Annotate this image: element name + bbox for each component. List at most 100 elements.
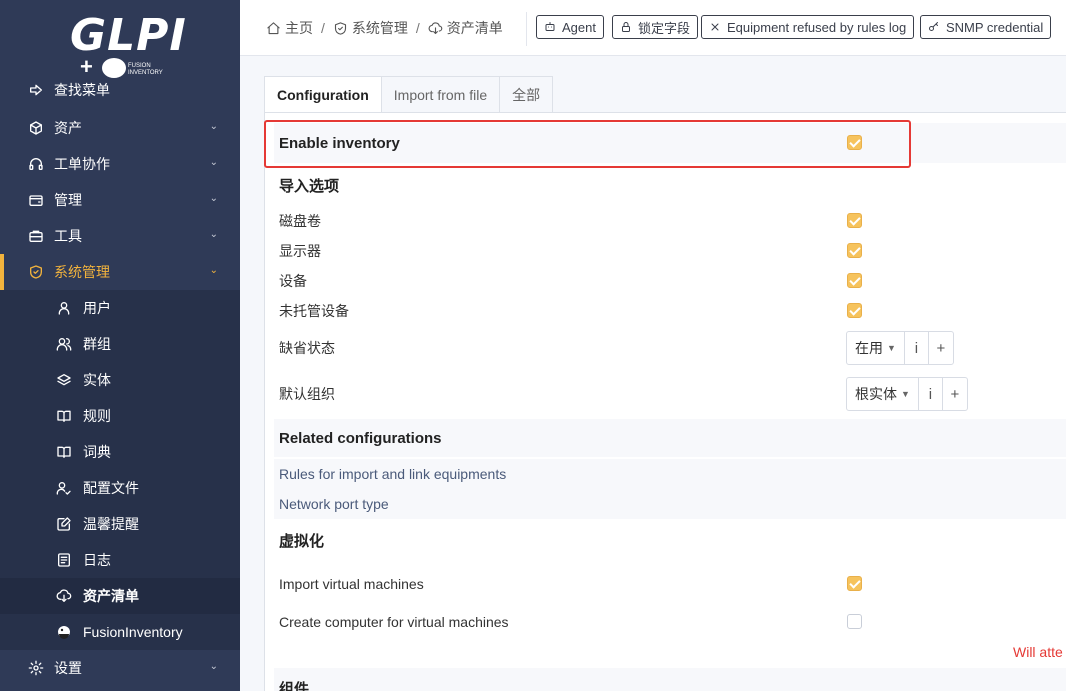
configuration-panel: Enable inventory 导入选项 磁盘卷 显示器 设备 未托管设备 缺… [264, 112, 1066, 691]
news-icon [56, 552, 72, 568]
sidebar-subitem-groups[interactable]: 群组 [0, 326, 240, 362]
refused-equipment-log-button[interactable]: Equipment refused by rules log [701, 15, 915, 39]
warning-text: Will atte [1013, 644, 1063, 660]
user-icon [56, 300, 72, 316]
virtualization-header: 虚拟化 [274, 521, 1066, 559]
default-status-select-group: 在用 ▼ i + [846, 331, 954, 365]
header-divider [526, 12, 527, 46]
related-link-row: Network port type [274, 489, 1066, 519]
sidebar-subitem-label: 配置文件 [83, 480, 139, 496]
sidebar-item-assets[interactable]: 资产 ⌄ [0, 110, 240, 146]
sidebar-subitem-reminders[interactable]: 温馨提醒 [0, 506, 240, 542]
default-entity-select[interactable]: 根实体 ▼ [847, 378, 919, 410]
sidebar: GLPI + FUSION INVENTORY 查找菜单 资产 ⌄ 工单协作 ⌄ … [0, 0, 240, 691]
home-icon [267, 21, 280, 34]
chevron-down-icon: ⌄ [209, 193, 218, 204]
sidebar-subitem-inventory[interactable]: 资产清单 [0, 578, 240, 614]
components-header: 组件 [274, 668, 1066, 691]
sidebar-item-management[interactable]: 管理 ⌄ [0, 182, 240, 218]
sidebar-item-label: 工具 [54, 228, 82, 244]
sidebar-subitem-profiles[interactable]: 配置文件 [0, 470, 240, 506]
fusion-logo-icon [56, 624, 72, 640]
sidebar-item-setup[interactable]: 设置 ⌄ [0, 650, 240, 686]
default-status-select[interactable]: 在用 ▼ [847, 332, 905, 364]
breadcrumb-home[interactable]: 主页 [266, 18, 313, 38]
default-entity-select-group: 根实体 ▼ i + [846, 377, 968, 411]
default-status-row: 缺省状态 在用 ▼ i + [274, 328, 1066, 368]
main-content: Configuration Import from file 全部 Enable… [264, 76, 1066, 691]
add-button[interactable]: + [943, 378, 967, 410]
lock-icon [622, 22, 630, 32]
tab-configuration[interactable]: Configuration [264, 76, 382, 113]
snmp-credential-button[interactable]: SNMP credential [920, 15, 1052, 39]
sidebar-item-label: 工单协作 [54, 156, 110, 172]
glpi-logo[interactable]: GLPI + FUSION INVENTORY [0, 0, 240, 80]
sidebar-subitem-label: 日志 [83, 552, 111, 568]
breadcrumb-administration[interactable]: 系统管理 [333, 18, 408, 38]
tab-import-from-file[interactable]: Import from file [380, 76, 501, 113]
breadcrumb: 主页 / 系统管理 / 资产清单 [266, 18, 503, 38]
sidebar-item-find-menu[interactable]: 查找菜单 [0, 72, 240, 108]
volumes-checkbox[interactable] [847, 213, 862, 228]
default-status-label: 缺省状态 [279, 340, 335, 356]
sidebar-subitem-users[interactable]: 用户 [0, 290, 240, 326]
tab-bar: Configuration Import from file 全部 [264, 76, 554, 113]
monitors-label: 显示器 [279, 243, 321, 259]
breadcrumb-separator: / [321, 20, 325, 36]
caret-down-icon: ▼ [901, 389, 910, 399]
sidebar-subitem-fusioninventory[interactable]: FusionInventory [0, 614, 240, 650]
breadcrumb-inventory[interactable]: 资产清单 [428, 18, 503, 38]
chevron-down-icon: ⌄ [209, 157, 218, 168]
sidebar-item-label: 系统管理 [54, 264, 110, 280]
sidebar-subitem-label: FusionInventory [83, 624, 183, 640]
info-button[interactable]: i [919, 378, 943, 410]
agent-button[interactable]: Agent [536, 15, 604, 39]
info-button[interactable]: i [905, 332, 929, 364]
sidebar-item-tools[interactable]: 工具 ⌄ [0, 218, 240, 254]
import-vms-label: Import virtual machines [279, 576, 424, 592]
create-computer-vms-label: Create computer for virtual machines [279, 614, 509, 630]
enable-inventory-row: Enable inventory [274, 123, 1066, 163]
tab-all[interactable]: 全部 [499, 76, 554, 113]
sidebar-item-administration[interactable]: 系统管理 ⌄ [0, 254, 240, 290]
close-icon [711, 23, 719, 31]
sidebar-subitem-dictionaries[interactable]: 词典 [0, 434, 240, 470]
sidebar-item-label: 管理 [54, 192, 82, 208]
sidebar-item-helpdesk[interactable]: 工单协作 ⌄ [0, 146, 240, 182]
unmanaged-devices-checkbox[interactable] [847, 303, 862, 318]
import-option-row: 磁盘卷 [274, 206, 1066, 236]
devices-checkbox[interactable] [847, 273, 862, 288]
default-entity-label: 默认组织 [279, 386, 335, 402]
create-computer-vms-row: Create computer for virtual machines [274, 607, 1066, 637]
default-entity-row: 默认组织 根实体 ▼ i + [274, 374, 1066, 414]
sidebar-subitem-label: 用户 [83, 300, 111, 316]
create-computer-vms-checkbox[interactable] [847, 614, 862, 629]
rules-import-link[interactable]: Rules for import and link equipments [279, 466, 506, 482]
sidebar-subitem-label: 群组 [83, 336, 111, 352]
sidebar-subitem-logs[interactable]: 日志 [0, 542, 240, 578]
import-option-row: 显示器 [274, 236, 1066, 266]
import-options-header: 导入选项 [274, 165, 1066, 205]
monitors-checkbox[interactable] [847, 243, 862, 258]
related-link-row: Rules for import and link equipments [274, 459, 1066, 489]
enable-inventory-checkbox[interactable] [847, 135, 862, 150]
briefcase-icon [28, 228, 44, 244]
chevron-down-icon: ⌄ [209, 121, 218, 132]
chevron-down-icon: ⌄ [209, 661, 218, 672]
import-vms-checkbox[interactable] [847, 576, 862, 591]
sidebar-subitem-label: 温馨提醒 [83, 516, 139, 532]
headset-icon [28, 156, 44, 172]
sidebar-subitem-entities[interactable]: 实体 [0, 362, 240, 398]
related-config-title: Related configurations [279, 429, 442, 447]
add-button[interactable]: + [929, 332, 953, 364]
cloud-download-icon [56, 588, 72, 604]
locked-fields-button[interactable]: 锁定字段 [612, 15, 699, 39]
network-port-type-link[interactable]: Network port type [279, 496, 389, 512]
virtualization-title: 虚拟化 [279, 532, 325, 550]
components-title: 组件 [279, 680, 310, 691]
chevron-down-icon: ⌄ [209, 229, 218, 240]
sidebar-submenu-administration: 用户 群组 实体 规则 词典 配置文件 温馨提醒 日志 资产清单 FusionI… [0, 290, 240, 650]
sidebar-subitem-rules[interactable]: 规则 [0, 398, 240, 434]
layers-icon [56, 372, 72, 388]
import-options-title: 导入选项 [279, 177, 340, 195]
